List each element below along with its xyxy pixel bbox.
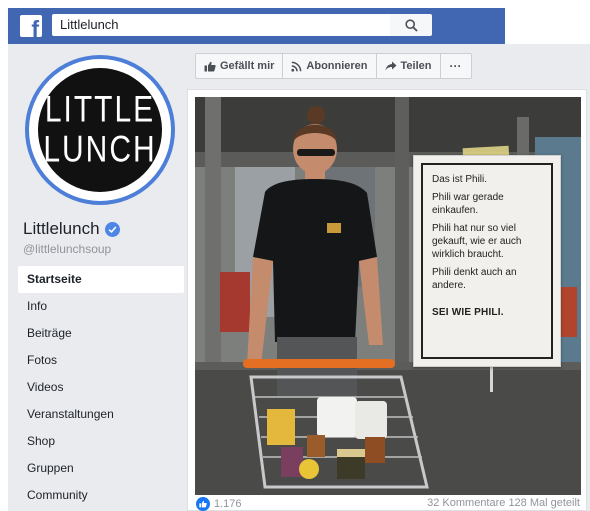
photo-sign: Das ist Phili. Phili war gerade einkaufe…	[413, 155, 561, 367]
sign-line-3: Phili hat nur so viel gekauft, wie er au…	[432, 223, 522, 260]
sidebar-item-startseite[interactable]: Startseite	[18, 266, 184, 293]
rss-follow-icon	[291, 61, 302, 72]
search-button[interactable]	[390, 14, 432, 36]
top-navigation-bar: f Littlelunch	[8, 8, 505, 44]
follow-label: Abonnieren	[306, 60, 368, 72]
littlelunch-logo: LITTLE LUNCH	[38, 68, 162, 192]
post-footer: 1.176 32 Kommentare 128 Mal geteilt	[188, 495, 586, 511]
like-page-button[interactable]: Gefällt mir	[196, 54, 284, 78]
sidebar-item-gruppen[interactable]: Gruppen	[18, 455, 184, 482]
sign-line-2: Phili war gerade einkaufen.	[432, 192, 504, 216]
sidebar-item-community[interactable]: Community	[18, 482, 184, 509]
page-name-text[interactable]: Littlelunch	[23, 219, 100, 239]
sign-line-4: Phili denkt auch an andere.	[432, 267, 517, 291]
like-page-label: Gefällt mir	[220, 60, 275, 72]
page-action-bar: Gefällt mir Abonnieren Teilen ···	[195, 53, 472, 79]
like-reaction-icon	[196, 497, 210, 511]
search-icon	[404, 18, 418, 32]
share-arrow-icon	[385, 61, 397, 71]
profile-picture[interactable]: LITTLE LUNCH	[25, 55, 175, 205]
sign-text-frame: Das ist Phili. Phili war gerade einkaufe…	[421, 163, 553, 359]
share-button[interactable]: Teilen	[377, 54, 441, 78]
thumbs-up-icon	[204, 61, 216, 71]
sidebar-item-beitraege[interactable]: Beiträge	[18, 320, 184, 347]
more-options-button[interactable]: ···	[441, 54, 471, 78]
follow-button[interactable]: Abonnieren	[283, 54, 377, 78]
sign-line-1: Das ist Phili.	[432, 174, 488, 185]
post-card: Das ist Phili. Phili war gerade einkaufe…	[187, 89, 587, 511]
logo-line-2: LUNCH	[43, 128, 157, 170]
sidebar-item-fotos[interactable]: Fotos	[18, 347, 184, 374]
comments-shares-count[interactable]: 32 Kommentare 128 Mal geteilt	[427, 497, 580, 509]
sign-slogan: SEI WIE PHILI.	[432, 307, 504, 318]
sidebar-item-videos[interactable]: Videos	[18, 374, 184, 401]
sidebar-item-shop[interactable]: Shop	[18, 428, 184, 455]
reaction-count: 1.176	[214, 498, 242, 510]
page-sidebar: LITTLE LUNCH Littlelunch @littlelunchsou…	[8, 44, 184, 511]
share-label: Teilen	[400, 60, 432, 72]
search-input[interactable]: Littlelunch	[52, 14, 390, 36]
verified-check-icon	[104, 221, 120, 237]
page-handle[interactable]: @littlelunchsoup	[23, 242, 111, 256]
facebook-logo-letter: f	[31, 16, 39, 38]
sidebar-item-info[interactable]: Info	[18, 293, 184, 320]
reactions-summary[interactable]: 1.176	[196, 497, 242, 511]
post-photo[interactable]: Das ist Phili. Phili war gerade einkaufe…	[195, 97, 581, 495]
main-content: Gefällt mir Abonnieren Teilen ··· Das is…	[184, 44, 590, 511]
sidebar-item-veranstaltungen[interactable]: Veranstaltungen	[18, 401, 184, 428]
facebook-logo-icon[interactable]: f	[20, 15, 42, 37]
sidebar-navigation: Startseite Info Beiträge Fotos Videos Ve…	[18, 266, 184, 509]
logo-line-1: LITTLE	[44, 88, 156, 130]
page-title[interactable]: Littlelunch	[23, 219, 120, 239]
